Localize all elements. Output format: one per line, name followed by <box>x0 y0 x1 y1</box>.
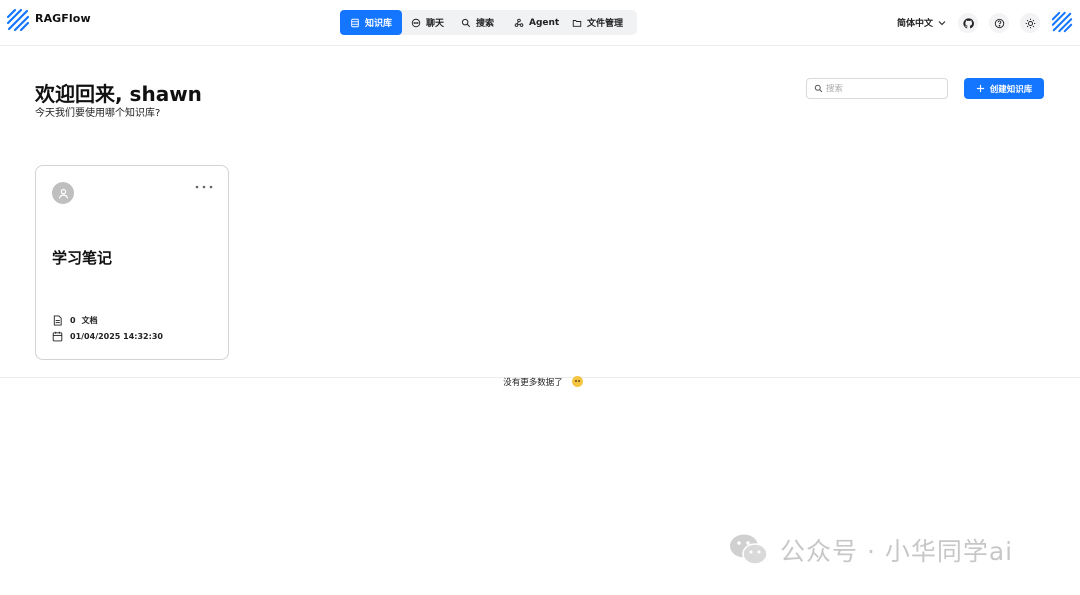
brand-name: RAGFlow <box>35 12 91 25</box>
github-button[interactable] <box>958 13 978 33</box>
language-selector[interactable]: 简体中文 <box>897 16 947 29</box>
theme-sun-icon <box>1025 18 1035 28</box>
knowledge-base-title: 学习笔记 <box>52 249 113 267</box>
create-knowledge-base-label: 创建知识库 <box>989 84 1033 95</box>
agent-icon <box>514 18 524 27</box>
more-horizontal-icon <box>195 185 213 189</box>
search-icon <box>461 18 471 27</box>
document-count-value: 0 <box>70 316 76 325</box>
search-input[interactable] <box>826 83 936 94</box>
nav-agent-label: Agent <box>529 17 560 28</box>
created-date: 01/04/2025 14:32:30 <box>52 331 163 342</box>
chat-icon <box>411 18 421 27</box>
document-count: 0 文档 <box>52 315 98 326</box>
language-label: 简体中文 <box>897 19 934 29</box>
end-of-list-text: 没有更多数据了 <box>491 376 589 388</box>
nav-file-management-label: 文件管理 <box>587 19 624 29</box>
plus-icon <box>976 84 984 93</box>
nav-search[interactable]: 搜索 <box>449 10 500 35</box>
nav-knowledge-base-label: 知识库 <box>365 19 393 29</box>
database-icon <box>351 18 359 27</box>
created-date-value: 01/04/2025 14:32:30 <box>70 332 163 341</box>
user-avatar-icon[interactable] <box>1051 11 1073 33</box>
theme-toggle-button[interactable] <box>1020 13 1040 33</box>
help-icon <box>994 18 1004 28</box>
folder-icon <box>572 19 582 27</box>
nav-chat-label: 聊天 <box>426 19 445 29</box>
search-icon <box>814 84 823 93</box>
watermark: 公众号 · 小华同学ai <box>728 532 1013 568</box>
top-header: RAGFlow 知识库 聊天 搜索 Agent 文件管理 简体中文 <box>0 0 1080 46</box>
nav-chat[interactable]: 聊天 <box>402 10 449 35</box>
user-icon <box>58 188 68 199</box>
emoji-icon <box>571 376 583 387</box>
calendar-icon <box>52 331 63 342</box>
ragflow-logo-icon[interactable] <box>6 8 30 32</box>
nav-search-label: 搜索 <box>476 19 495 29</box>
nav-knowledge-base[interactable]: 知识库 <box>340 10 402 35</box>
github-icon <box>962 17 974 28</box>
create-knowledge-base-button[interactable]: 创建知识库 <box>964 78 1044 99</box>
knowledge-base-card[interactable]: 学习笔记 0 文档 01/04/2025 14:32:30 <box>35 165 229 360</box>
search-field[interactable] <box>806 78 948 99</box>
end-of-list: 没有更多数据了 <box>0 370 1080 389</box>
document-count-label: 文档 <box>81 316 98 325</box>
main-nav: 知识库 聊天 搜索 Agent 文件管理 <box>340 10 637 35</box>
page-subtitle: 今天我们要使用哪个知识库? <box>35 108 161 119</box>
more-options-button[interactable] <box>194 180 214 194</box>
avatar <box>52 182 74 204</box>
help-button[interactable] <box>989 13 1009 33</box>
nav-file-management[interactable]: 文件管理 <box>559 10 637 35</box>
chevron-down-icon <box>938 20 946 25</box>
nav-agent[interactable]: Agent <box>500 10 559 35</box>
document-icon <box>53 315 62 326</box>
watermark-text: 公众号 · 小华同学ai <box>780 537 1014 566</box>
page-title: 欢迎回来, shawn <box>35 82 202 106</box>
wechat-icon <box>730 534 768 565</box>
no-more-label: 没有更多数据了 <box>497 378 569 388</box>
